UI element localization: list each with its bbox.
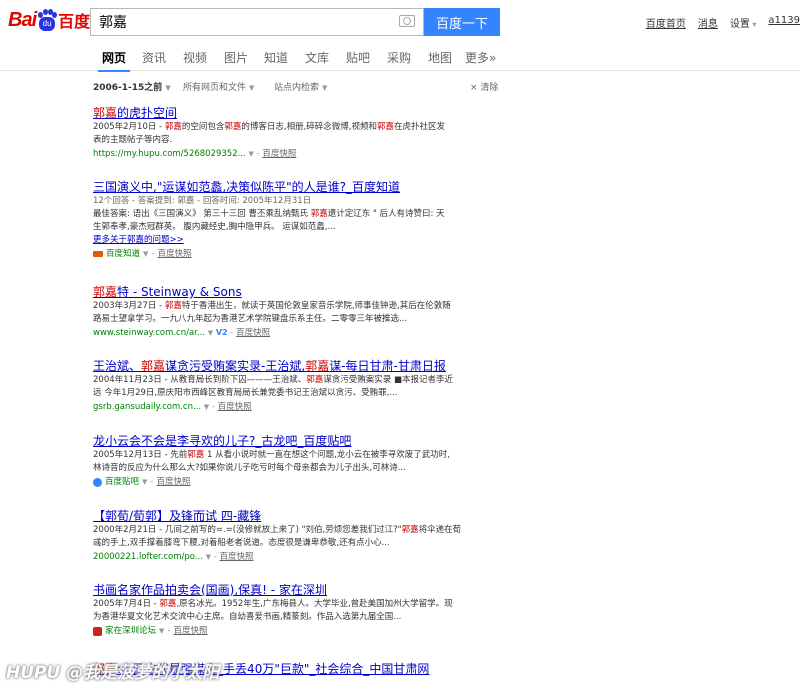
search-result: 龙小云会不会是李寻欢的儿子?_古龙吧_百度贴吧 2005年12月13日 - 先前… <box>93 434 503 489</box>
result-title[interactable]: 王治斌、郭嘉谋贪污受贿案实录-王治斌,郭嘉谋-每日甘肃-甘肃日报 <box>93 359 503 374</box>
search-result: 王治斌、郭嘉谋贪污受贿案实录-王治斌,郭嘉谋-每日甘肃-甘肃日报 2004年11… <box>93 359 503 414</box>
scope-filter[interactable]: 所有网页和文件 ▼ <box>183 80 254 93</box>
cache-link[interactable]: 百度快照 <box>236 328 270 338</box>
result-url-line: https://my.hupu.com/5268029352... ▼ - 百度… <box>93 149 297 159</box>
result-title[interactable]: 三国演义中,"运谋如范蠡,决策似陈平"的人是谁?_百度知道 <box>93 180 503 195</box>
tieba-icon <box>93 477 102 487</box>
result-abstract: 2005年12月13日 - 先前郭嘉 1 从看小说时就一直在想这个问题,龙小云在… <box>93 450 450 473</box>
cache-link[interactable]: 百度快照 <box>220 552 254 562</box>
tab-news[interactable]: 资讯 <box>142 49 166 66</box>
tab-more[interactable]: 更多» <box>465 49 496 66</box>
result-abstract: 2000年2月21日 - 几间之前写的=.=(没修就放上来了) "刘伯,劳烦您差… <box>93 525 462 548</box>
user-name[interactable]: a1139 <box>768 15 800 30</box>
forum-icon <box>93 626 102 636</box>
result-meta: 12个回答 - 答案提到: 郭嘉 - 回答时间: 2005年12月31日 <box>93 196 312 206</box>
search-button[interactable]: 百度一下 <box>424 8 500 36</box>
search-input[interactable] <box>91 9 389 35</box>
search-result: 郭嘉的虎扑空间 2005年2月10日 - 郭嘉的空间包含郭嘉的博客日志,相册,碎… <box>93 106 503 161</box>
zhidao-icon <box>93 251 103 257</box>
more-questions-link[interactable]: 更多关于郭嘉的问题>> <box>93 234 503 247</box>
user-bar: 百度首页 消息 设置 a1139 <box>646 15 800 30</box>
v2-badge[interactable]: V2 <box>216 328 228 337</box>
cache-link[interactable]: 百度快照 <box>157 247 191 261</box>
search-result: 郭嘉特 - Steinway & Sons 2003年3月27日 - 郭嘉特于香… <box>93 285 503 340</box>
tab-map[interactable]: 地图 <box>428 49 452 66</box>
result-url[interactable]: https://my.hupu.com/5268029352... <box>93 149 246 159</box>
chevron-down-icon[interactable]: ▼ <box>208 329 213 337</box>
cache-link[interactable]: 百度快照 <box>173 624 207 638</box>
result-abstract: 2005年2月10日 - 郭嘉的空间包含郭嘉的博客日志,相册,碎碎念微博,视频和… <box>93 122 446 145</box>
result-source[interactable]: 家在深圳论坛 <box>105 624 156 638</box>
result-title[interactable]: 龙小云会不会是李寻欢的儿子?_古龙吧_百度贴吧 <box>93 434 503 449</box>
result-url-line: 20000221.lofter.com/po... ▼ - 百度快照 <box>93 552 254 562</box>
result-title[interactable]: 书画名家作品拍卖会(国画),保真! - 家在深圳 <box>93 583 503 598</box>
tab-images[interactable]: 图片 <box>224 49 248 66</box>
header: Bai du 百度 百度一下 百度首页 消息 设置 a1139 <box>0 0 800 44</box>
logo-bai-text: Bai <box>8 8 37 31</box>
tab-wenku[interactable]: 文库 <box>305 49 329 66</box>
result-url[interactable]: 20000221.lofter.com/po... <box>93 552 203 562</box>
logo-du-text: 百度 <box>58 12 91 31</box>
clear-filters-button[interactable]: × 清除 <box>470 80 498 93</box>
baidu-logo[interactable]: Bai du 百度 <box>8 6 90 34</box>
result-source-line: 家在深圳论坛 ▼ - 百度快照 <box>93 624 503 638</box>
result-source[interactable]: 百度知道 <box>106 247 140 261</box>
result-abstract: 最佳答案: 语出《三国演义》 第三十三回 曹丕乘乱纳甄氏 郭嘉遗计定辽东 " 后… <box>93 209 445 232</box>
result-abstract: 2003年3月27日 - 郭嘉特于香港出生，就读于英国伦敦皇家音乐学院,师事佳钟… <box>93 301 451 324</box>
chevron-down-icon[interactable]: ▼ <box>142 475 147 489</box>
tab-caigou[interactable]: 采购 <box>387 49 411 66</box>
result-url-line: www.steinway.com.cn/ar... ▼ V2 - 百度快照 <box>93 328 271 338</box>
chevron-down-icon[interactable]: ▼ <box>248 150 253 158</box>
chevron-down-icon[interactable]: ▼ <box>143 247 148 261</box>
result-title[interactable]: 郭嘉特 - Steinway & Sons <box>93 285 503 300</box>
cache-link[interactable]: 百度快照 <box>262 149 296 159</box>
result-title[interactable]: 郭嘉的虎扑空间 <box>93 106 503 121</box>
camera-icon[interactable] <box>399 15 415 27</box>
tab-tieba[interactable]: 贴吧 <box>346 49 370 66</box>
cache-link[interactable]: 百度快照 <box>156 475 190 489</box>
home-link[interactable]: 百度首页 <box>646 15 686 30</box>
result-source[interactable]: 百度贴吧 <box>105 475 139 489</box>
chevron-down-icon[interactable]: ▼ <box>206 553 211 561</box>
tab-video[interactable]: 视频 <box>183 49 207 66</box>
site-filter[interactable]: 站点内检索 ▼ <box>274 80 327 93</box>
result-source-line: 百度知道 ▼ - 百度快照 <box>93 247 503 261</box>
chevron-down-icon[interactable]: ▼ <box>159 624 164 638</box>
result-abstract: 2005年7月4日 - 郭嘉,原名冰光。1952年生,广东梅县人。大学毕业,曾赴… <box>93 599 453 622</box>
search-box <box>90 8 424 36</box>
settings-menu[interactable]: 设置 <box>730 15 757 30</box>
watermark: HUPU @我是菠萝的小太阳 <box>6 663 220 683</box>
result-url[interactable]: www.steinway.com.cn/ar... <box>93 328 205 338</box>
search-result: 书画名家作品拍卖会(国画),保真! - 家在深圳 2005年7月4日 - 郭嘉,… <box>93 583 503 638</box>
search-tabs: 网页 资讯 视频 图片 知道 文库 贴吧 采购 地图 更多» <box>0 44 800 72</box>
tab-zhidao[interactable]: 知道 <box>264 49 288 66</box>
paw-icon: du <box>37 9 58 31</box>
cache-link[interactable]: 百度快照 <box>218 402 252 412</box>
chevron-down-icon: ▼ <box>249 84 255 92</box>
search-result: 三国演义中,"运谋如范蠡,决策似陈平"的人是谁?_百度知道 12个回答 - 答案… <box>93 180 503 261</box>
chevron-down-icon: ▼ <box>165 84 171 92</box>
tab-web[interactable]: 网页 <box>97 49 131 72</box>
chevron-down-icon[interactable]: ▼ <box>204 403 209 411</box>
messages-link[interactable]: 消息 <box>698 15 718 30</box>
chevron-down-icon: ▼ <box>322 84 328 92</box>
result-abstract: 2004年11月23日 - 从教育局长到阶下囚———王治斌、郭嘉谋贪污受贿案实录… <box>93 375 454 398</box>
result-url-line: gsrb.gansudaily.com.cn... ▼ - 百度快照 <box>93 402 252 412</box>
result-url[interactable]: gsrb.gansudaily.com.cn... <box>93 402 201 412</box>
date-filter[interactable]: 2006-1-15之前 ▼ <box>93 80 171 93</box>
result-title[interactable]: 【郭荀/荀郭】及锋而试 四-藏锋 <box>93 509 503 524</box>
search-result: 【郭荀/荀郭】及锋而试 四-藏锋 2000年2月21日 - 几间之前写的=.=(… <box>93 509 503 564</box>
result-source-line: 百度贴吧 ▼ - 百度快照 <box>93 475 503 489</box>
